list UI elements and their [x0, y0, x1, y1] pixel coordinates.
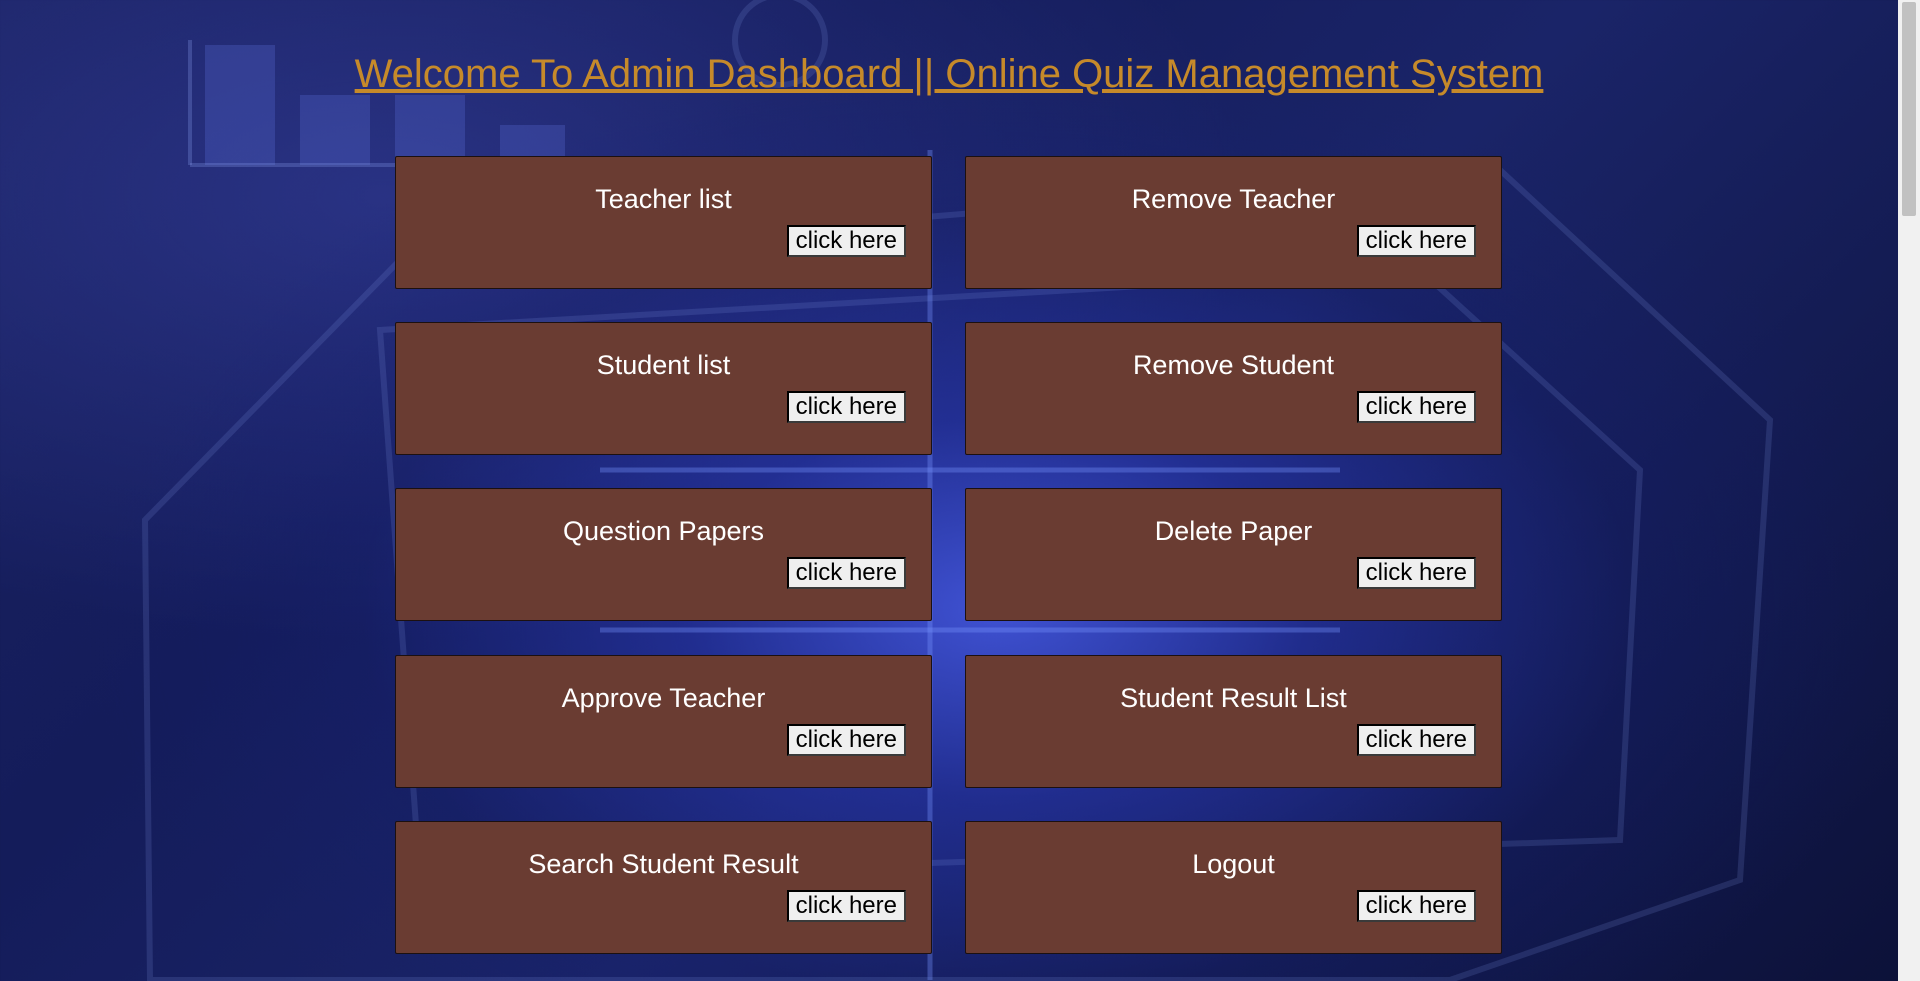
background-decoration	[0, 0, 1898, 981]
card-title: Question Papers	[562, 516, 765, 546]
dashboard-card: Student list click here	[395, 322, 932, 455]
header: Welcome To Admin Dashboard || Online Qui…	[0, 52, 1898, 97]
click-here-button[interactable]: click here	[1356, 391, 1476, 423]
card-title: Approve Teacher	[561, 683, 766, 713]
page-title-link[interactable]: Welcome To Admin Dashboard || Online Qui…	[355, 52, 1544, 96]
card-title: Student Result List	[1120, 683, 1347, 713]
click-here-button[interactable]: click here	[1356, 557, 1476, 589]
dashboard-card: Approve Teacher click here	[395, 655, 932, 788]
dashboard-card: Remove Student click here	[965, 322, 1502, 455]
dashboard-card: Remove Teacher click here	[965, 156, 1502, 289]
card-title: Delete Paper	[1154, 516, 1313, 546]
dashboard-card: Logout click here	[965, 821, 1502, 954]
dashboard-card: Delete Paper click here	[965, 488, 1502, 621]
page-body: { "page": { "title": "Welcome To Admin D…	[0, 0, 1920, 981]
dashboard-card: Question Papers click here	[395, 488, 932, 621]
dashboard-card: Student Result List click here	[965, 655, 1502, 788]
click-here-button[interactable]: click here	[1356, 724, 1476, 756]
card-title: Logout	[1192, 849, 1275, 879]
click-here-button[interactable]: click here	[786, 225, 906, 257]
background-graphic	[141, 0, 1774, 981]
card-title: Remove Student	[1132, 350, 1335, 380]
click-here-button[interactable]: click here	[1356, 890, 1476, 922]
card-title: Teacher list	[595, 184, 732, 214]
click-here-button[interactable]: click here	[786, 557, 906, 589]
card-title: Search Student Result	[528, 849, 799, 879]
click-here-button[interactable]: click here	[786, 391, 906, 423]
dashboard-card: Search Student Result click here	[395, 821, 932, 954]
click-here-button[interactable]: click here	[786, 724, 906, 756]
vertical-scrollbar[interactable]	[1898, 0, 1920, 981]
dashboard-card: Teacher list click here	[395, 156, 932, 289]
click-here-button[interactable]: click here	[786, 890, 906, 922]
card-title: Student list	[596, 350, 731, 380]
click-here-button[interactable]: click here	[1356, 225, 1476, 257]
scrollbar-thumb[interactable]	[1902, 2, 1916, 216]
card-title: Remove Teacher	[1131, 184, 1336, 214]
